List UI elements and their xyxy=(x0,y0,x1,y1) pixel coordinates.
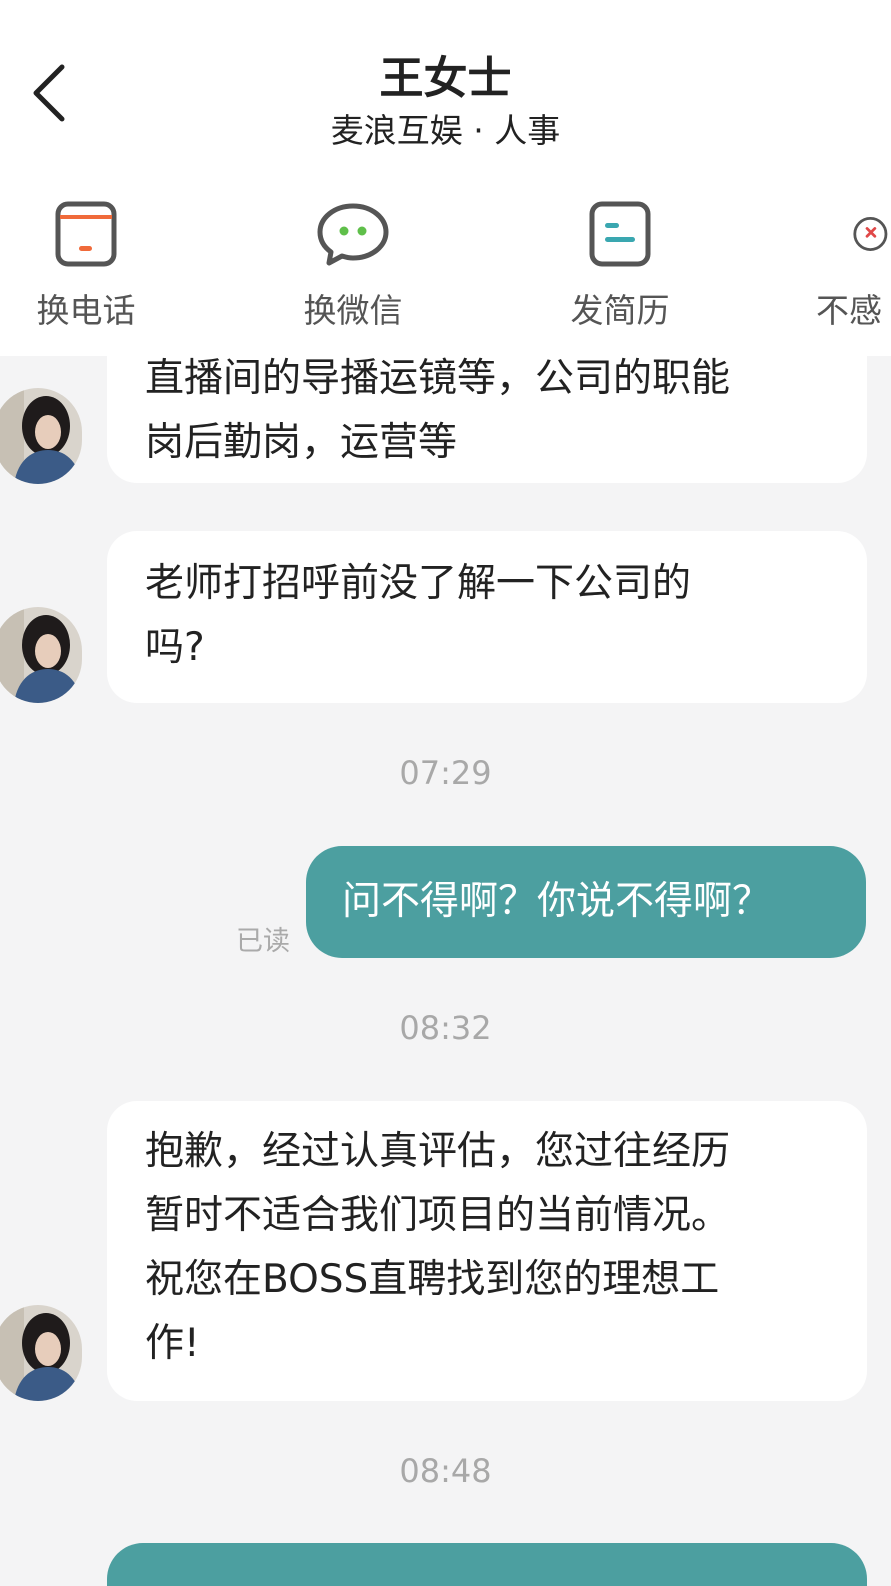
exchange-wechat-button[interactable]: 换微信 xyxy=(278,194,428,334)
message-text-line: 吗? xyxy=(145,625,205,670)
avatar[interactable] xyxy=(0,1305,82,1401)
chat-screen: 王女士 麦浪互娱 · 人事 换电话 换微信 发简历 不感 直播间的导播运镜等，公… xyxy=(0,0,891,1586)
message-timestamp: 07:29 xyxy=(399,754,492,792)
message-bubble-received: 抱歉，经过认真评估，您过往经历 暂时不适合我们项目的当前情况。 祝您在BOSS直… xyxy=(107,1101,867,1401)
message-timestamp: 08:48 xyxy=(399,1452,492,1490)
not-interested-button[interactable]: 不感 xyxy=(812,194,891,334)
message-text-line: 作! xyxy=(145,1321,200,1366)
message-timestamp: 08:32 xyxy=(399,1009,492,1047)
avatar[interactable] xyxy=(0,607,82,703)
avatar[interactable] xyxy=(0,388,82,484)
exchange-phone-button[interactable]: 换电话 xyxy=(11,194,161,334)
action-label: 发简历 xyxy=(570,291,670,330)
wechat-icon xyxy=(313,194,393,274)
not-interested-icon xyxy=(812,194,891,274)
read-status: 已读 xyxy=(236,926,290,957)
message-text-line: 暂时不适合我们项目的当前情况。 xyxy=(145,1193,731,1238)
message-text-line: 岗后勤岗，运营等 xyxy=(145,420,458,465)
message-bubble-received: 老师打招呼前没了解一下公司的 吗? xyxy=(107,531,867,703)
action-label: 不感 xyxy=(816,291,882,330)
message-bubble-sent xyxy=(107,1543,867,1586)
contact-company-role: 麦浪互娱 · 人事 xyxy=(330,111,561,150)
contact-name: 王女士 xyxy=(379,53,512,104)
chat-header: 王女士 麦浪互娱 · 人事 换电话 换微信 发简历 不感 xyxy=(0,0,891,356)
message-text-line: 抱歉，经过认真评估，您过往经历 xyxy=(145,1129,731,1174)
phone-icon xyxy=(46,194,126,274)
message-bubble-sent: 问不得啊？你说不得啊？ xyxy=(306,846,866,958)
action-label: 换电话 xyxy=(36,291,136,330)
message-list[interactable]: 直播间的导播运镜等，公司的职能 岗后勤岗，运营等 老师打招呼前没了解一下公司的 … xyxy=(0,356,891,1586)
message-text-line: 直播间的导播运镜等，公司的职能 xyxy=(145,356,731,401)
resume-icon xyxy=(580,194,660,274)
send-resume-button[interactable]: 发简历 xyxy=(545,194,695,334)
message-text-line: 老师打招呼前没了解一下公司的 xyxy=(145,561,692,606)
action-label: 换微信 xyxy=(303,291,403,330)
message-bubble-received: 直播间的导播运镜等，公司的职能 岗后勤岗，运营等 xyxy=(107,356,867,483)
message-text-line: 祝您在BOSS直聘找到您的理想工 xyxy=(145,1257,720,1302)
